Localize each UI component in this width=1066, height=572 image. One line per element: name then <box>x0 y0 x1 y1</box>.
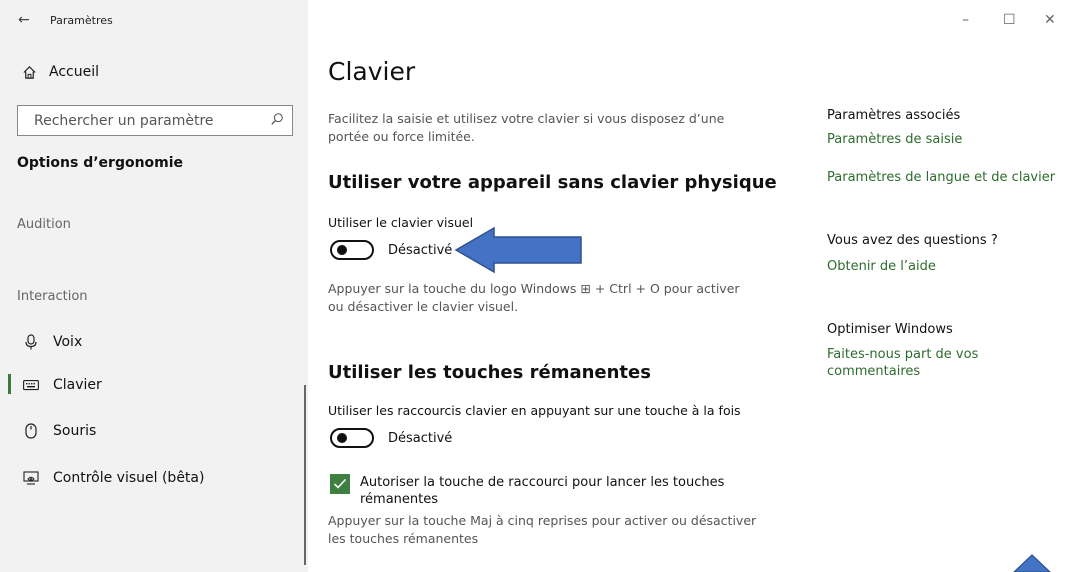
link-language-keyboard-settings[interactable]: Paramètres de langue et de clavier <box>827 169 1062 186</box>
checkbox-checked[interactable] <box>330 474 350 494</box>
group-label-audition[interactable]: Audition <box>17 217 71 232</box>
toggle-knob <box>337 433 347 443</box>
sidebar-item-label: Contrôle visuel (bêta) <box>53 470 205 486</box>
sidebar-item-label: Clavier <box>53 377 102 393</box>
back-arrow-icon[interactable]: ← <box>18 12 30 28</box>
sidebar-item-label: Souris <box>53 423 97 439</box>
sidebar-item-souris[interactable]: Souris <box>23 420 96 442</box>
page-intro: Facilitez la saisie et utilisez votre cl… <box>328 111 725 144</box>
setting-label-on-screen-keyboard: Utiliser le clavier visuel <box>328 215 474 230</box>
window-title: Paramètres <box>50 14 113 27</box>
toggle-sticky-keys[interactable]: Désactivé <box>330 428 452 448</box>
checkmark-icon <box>333 478 347 489</box>
toggle-knob <box>337 245 347 255</box>
sidebar-item-voix[interactable]: Voix <box>23 331 82 353</box>
annotation-arrow-corner-icon <box>1013 554 1051 572</box>
toggle-state: Désactivé <box>388 242 453 258</box>
link-typing-settings[interactable]: Paramètres de saisie <box>827 131 1047 148</box>
keyboard-icon <box>23 377 39 393</box>
optimize-heading: Optimiser Windows <box>827 322 953 337</box>
search-box[interactable] <box>17 105 293 136</box>
page-title: Clavier <box>328 57 416 86</box>
sticky-keys-description: Appuyer sur la touche Maj à cinq reprise… <box>328 513 757 546</box>
group-label-interaction: Interaction <box>17 289 88 304</box>
toggle-on-screen-keyboard[interactable]: Désactivé <box>330 240 452 260</box>
sidebar-item-clavier[interactable]: Clavier <box>23 374 102 396</box>
link-get-help[interactable]: Obtenir de l’aide <box>827 258 1047 275</box>
active-indicator <box>8 374 11 394</box>
maximize-icon[interactable]: ☐ <box>1003 12 1016 28</box>
setting-label-sticky-keys: Utiliser les raccourcis clavier en appuy… <box>328 403 741 418</box>
annotation-arrow-icon <box>454 226 582 274</box>
questions-heading: Vous avez des questions ? <box>827 233 998 248</box>
toggle-switch[interactable] <box>330 240 374 260</box>
sidebar-item-controle-visuel[interactable]: Contrôle visuel (bêta) <box>23 467 204 489</box>
main-content: – ☐ ✕ Clavier Facilitez la saisie et uti… <box>308 0 1066 572</box>
nav-home[interactable]: Accueil <box>22 64 99 80</box>
eye-control-icon <box>23 470 39 486</box>
section-heading: Options d’ergonomie <box>17 155 184 171</box>
search-icon[interactable] <box>270 111 284 130</box>
search-input[interactable] <box>34 112 270 129</box>
on-screen-keyboard-description: Appuyer sur la touche du logo Windows ⊞ … <box>328 281 740 314</box>
microphone-icon <box>23 334 39 350</box>
checkbox-sticky-keys-shortcut[interactable]: Autoriser la touche de raccourci pour la… <box>330 474 740 508</box>
close-icon[interactable]: ✕ <box>1044 12 1056 28</box>
sidebar: ← Paramètres Accueil Options d’ergonomie… <box>0 0 308 572</box>
toggle-switch[interactable] <box>330 428 374 448</box>
nav-home-label: Accueil <box>49 64 99 80</box>
sidebar-item-label: Voix <box>53 334 83 350</box>
mouse-icon <box>23 423 39 439</box>
related-heading: Paramètres associés <box>827 108 961 123</box>
minimize-icon[interactable]: – <box>962 12 969 28</box>
link-feedback[interactable]: Faites-nous part de vos commentaires <box>827 346 1002 380</box>
home-icon <box>22 65 37 80</box>
toggle-state: Désactivé <box>388 430 453 446</box>
checkbox-label: Autoriser la touche de raccourci pour la… <box>360 475 725 507</box>
section-title-no-keyboard: Utiliser votre appareil sans clavier phy… <box>328 172 777 193</box>
sidebar-scrollbar[interactable] <box>304 385 306 565</box>
section-title-sticky-keys: Utiliser les touches rémanentes <box>328 362 651 383</box>
